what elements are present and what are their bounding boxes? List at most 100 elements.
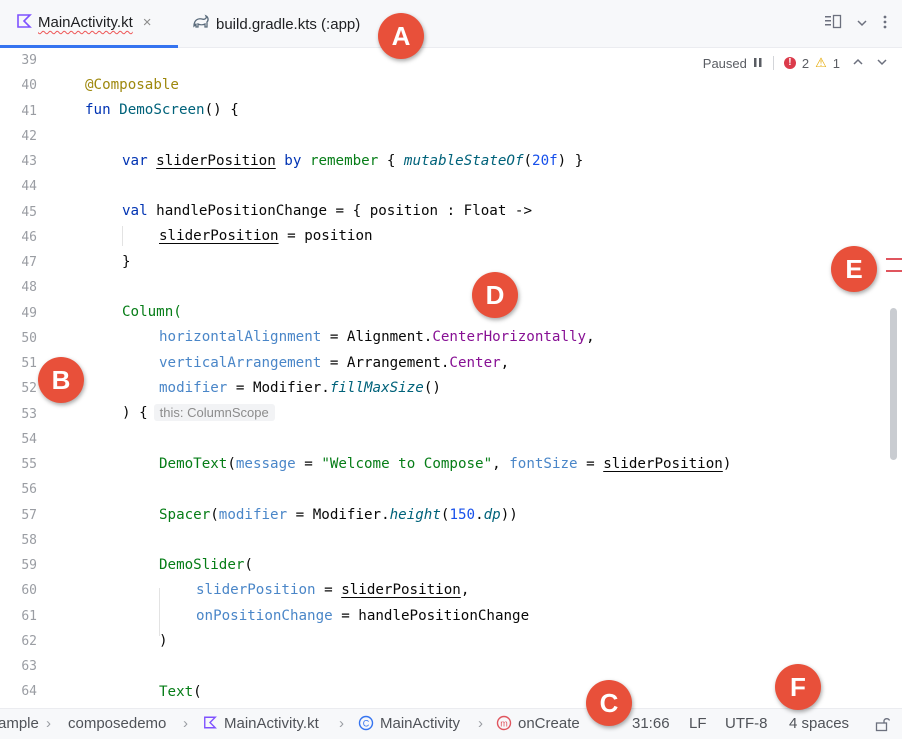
line-number[interactable]: 52 <box>0 381 37 396</box>
file-encoding[interactable]: UTF-8 <box>725 715 768 732</box>
variable: sliderPosition <box>603 456 723 472</box>
error-stripe-mark[interactable] <box>886 270 902 272</box>
number-literal: 150 <box>449 507 476 523</box>
code-text: = <box>315 582 342 598</box>
line-number[interactable]: 41 <box>0 104 37 119</box>
line-number[interactable]: 47 <box>0 255 37 270</box>
line-number[interactable]: 55 <box>0 457 37 472</box>
breadcrumb-item[interactable]: ample <box>0 715 39 732</box>
property: dp <box>483 507 501 523</box>
breadcrumb-item[interactable]: composedemo <box>68 715 166 732</box>
warning-icon: ⚠ <box>815 55 827 70</box>
tab-mainactivity[interactable]: MainActivity.kt × <box>0 0 178 48</box>
code-line: Text( <box>159 684 202 700</box>
caret-position[interactable]: 31:66 <box>632 715 670 732</box>
breadcrumb-item[interactable]: onCreate <box>518 715 580 732</box>
code-text: ( <box>227 456 236 472</box>
code-line: sliderPosition = position <box>159 228 373 244</box>
previous-highlight-icon[interactable] <box>852 56 864 71</box>
vertical-scrollbar[interactable] <box>890 308 897 460</box>
property: Center <box>449 355 501 371</box>
code-text: = <box>577 456 604 472</box>
callout-d: D <box>472 272 518 318</box>
editor-tab-bar: MainActivity.kt × build.gradle.kts (:app… <box>0 0 902 48</box>
property: CenterHorizontally <box>432 329 587 345</box>
line-number[interactable]: 48 <box>0 280 37 295</box>
chevron-down-icon[interactable] <box>856 16 868 33</box>
line-number[interactable]: 56 <box>0 482 37 497</box>
line-number[interactable]: 40 <box>0 78 37 93</box>
code-text: ) <box>722 456 732 472</box>
line-number[interactable]: 63 <box>0 659 37 674</box>
code-text: ) <box>159 633 168 649</box>
code-text: { <box>378 153 404 169</box>
code-text: ) { <box>122 405 148 421</box>
breadcrumb-separator: › <box>339 715 344 732</box>
code-text: ( <box>244 557 253 573</box>
breadcrumb-item[interactable]: MainActivity <box>380 715 460 732</box>
function-call: Spacer <box>159 507 211 523</box>
named-argument: modifier <box>218 507 288 523</box>
code-text: , <box>492 456 510 472</box>
line-number[interactable]: 57 <box>0 508 37 523</box>
line-number[interactable]: 45 <box>0 205 37 220</box>
code-text: ( <box>193 684 202 700</box>
line-number[interactable]: 61 <box>0 609 37 624</box>
code-line: sliderPosition = sliderPosition, <box>196 582 469 598</box>
inspection-widget[interactable]: Paused ! 2 ⚠ 1 <box>703 55 888 71</box>
keyword: fun <box>85 102 120 118</box>
split-editor-icon[interactable] <box>824 14 842 34</box>
code-text: = handlePositionChange <box>332 608 530 624</box>
line-number[interactable]: 51 <box>0 356 37 371</box>
tab-label: build.gradle.kts (:app) <box>216 15 361 33</box>
line-number[interactable]: 49 <box>0 306 37 321</box>
status-bar: ample › composedemo › MainActivity.kt › … <box>0 708 902 739</box>
code-text: , <box>460 582 470 598</box>
line-number[interactable]: 62 <box>0 634 37 649</box>
line-number[interactable]: 46 <box>0 230 37 245</box>
code-text: () <box>423 380 441 396</box>
function-call: Text <box>159 684 194 700</box>
function-call: fillMaxSize <box>329 380 424 396</box>
code-line: DemoSlider( <box>159 557 253 573</box>
close-tab-icon[interactable]: × <box>143 14 152 31</box>
tab-build-gradle[interactable]: build.gradle.kts (:app) <box>188 0 360 48</box>
code-editor[interactable]: 39 40 41 42 43 44 45 46 47 48 49 50 51 52 53 54 55 56 57 58… <box>0 48 902 708</box>
code-line: onPositionChange = handlePositionChange <box>196 608 529 624</box>
breadcrumb-item[interactable]: MainActivity.kt <box>224 715 319 732</box>
divider <box>772 56 774 70</box>
code-text: , <box>500 355 510 371</box>
line-number[interactable]: 53 <box>0 407 37 422</box>
line-number[interactable]: 58 <box>0 533 37 548</box>
pause-icon[interactable] <box>753 56 763 71</box>
more-options-icon[interactable] <box>882 14 888 34</box>
number-literal: 20f <box>532 153 558 169</box>
callout-e: E <box>831 246 877 292</box>
next-highlight-icon[interactable] <box>876 56 888 71</box>
line-number[interactable]: 39 <box>0 53 37 68</box>
kotlin-file-icon <box>16 13 32 33</box>
warning-count[interactable]: 1 <box>833 56 840 71</box>
line-number[interactable]: 59 <box>0 558 37 573</box>
keyword: val <box>122 203 157 219</box>
code-text: = Modifier. <box>287 507 390 523</box>
error-count[interactable]: 2 <box>802 56 809 71</box>
line-number[interactable]: 44 <box>0 179 37 194</box>
line-number[interactable]: 43 <box>0 154 37 169</box>
named-argument: fontSize <box>509 456 578 472</box>
indent-setting[interactable]: 4 spaces <box>789 715 849 732</box>
keyword: var <box>122 153 157 169</box>
line-number[interactable]: 50 <box>0 331 37 346</box>
code-line: var sliderPosition by remember { mutable… <box>122 153 583 169</box>
function-call: DemoText <box>159 456 228 472</box>
line-number[interactable]: 54 <box>0 432 37 447</box>
line-number[interactable]: 42 <box>0 129 37 144</box>
keyword: by <box>275 153 310 169</box>
code-line: Column( <box>122 304 182 320</box>
code-text: = position <box>278 228 373 244</box>
line-separator[interactable]: LF <box>689 715 707 732</box>
error-stripe-mark[interactable] <box>886 258 902 260</box>
line-number[interactable]: 64 <box>0 684 37 699</box>
lock-icon[interactable] <box>874 716 891 736</box>
line-number[interactable]: 60 <box>0 583 37 598</box>
